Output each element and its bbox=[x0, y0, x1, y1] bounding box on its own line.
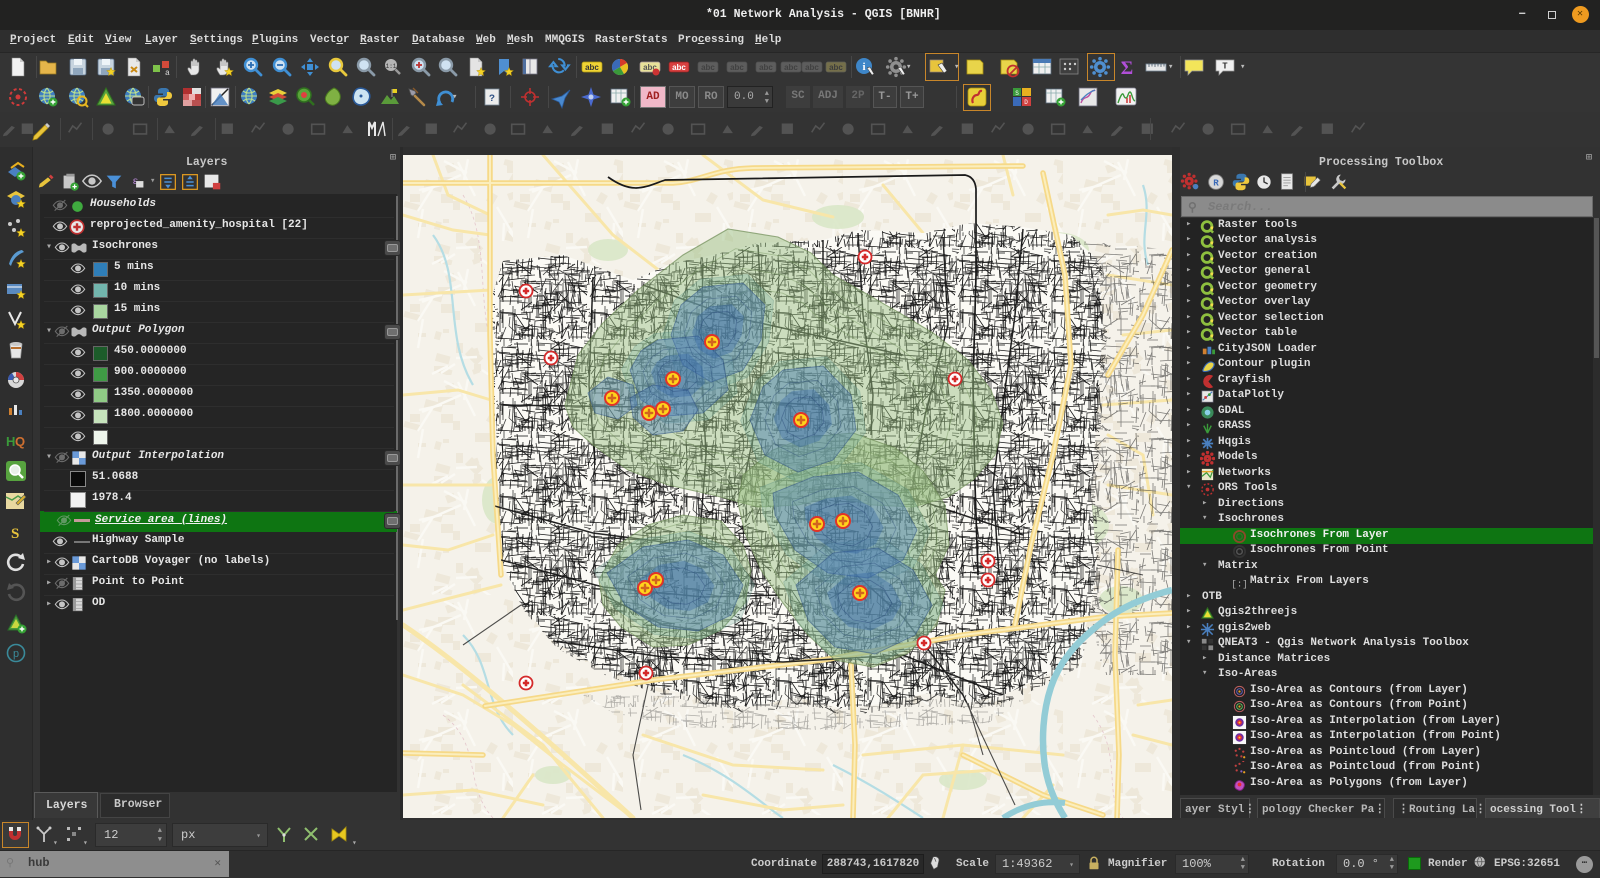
svg-text:abc: abc bbox=[730, 63, 744, 72]
svg-text:T: T bbox=[1222, 62, 1228, 72]
svg-text:p: p bbox=[13, 649, 20, 661]
svg-text:Q: Q bbox=[15, 434, 25, 449]
svg-text:i: i bbox=[862, 61, 865, 73]
svg-text:abc: abc bbox=[672, 63, 686, 72]
svg-text:abc: abc bbox=[701, 63, 715, 72]
svg-text:D: D bbox=[1024, 99, 1028, 106]
svg-text:S: S bbox=[1015, 90, 1019, 97]
svg-text:abc: abc bbox=[759, 63, 773, 72]
svg-text:a: a bbox=[165, 69, 170, 78]
svg-text:Σ: Σ bbox=[1121, 58, 1133, 79]
svg-text:[:]: [:] bbox=[1232, 579, 1247, 590]
svg-text:S: S bbox=[11, 526, 19, 542]
svg-text:H: H bbox=[6, 434, 15, 449]
svg-text:abc: abc bbox=[829, 63, 843, 72]
svg-text:R: R bbox=[1213, 178, 1219, 189]
svg-text:abc: abc bbox=[585, 63, 599, 72]
svg-text:?: ? bbox=[489, 94, 495, 105]
svg-text:abc: abc bbox=[784, 63, 798, 72]
svg-text:1:1: 1:1 bbox=[386, 63, 397, 70]
svg-text:abc: abc bbox=[805, 63, 819, 72]
